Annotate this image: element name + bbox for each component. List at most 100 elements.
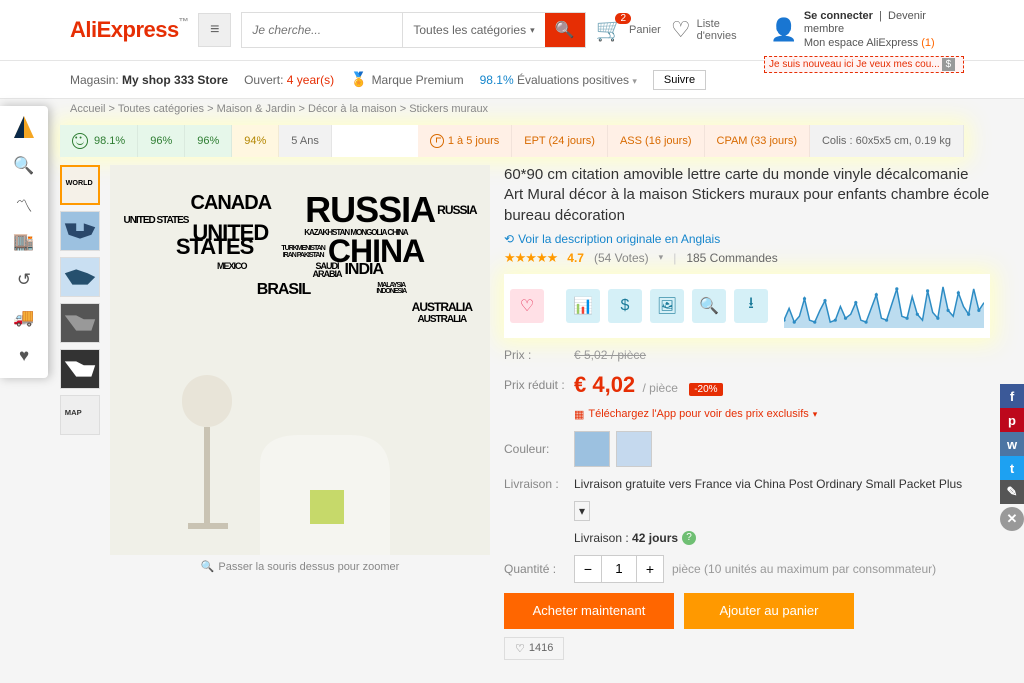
original-description-link[interactable]: ⟲ Voir la description originale en Angla… xyxy=(504,232,990,246)
stat-metric: 96% xyxy=(185,125,232,157)
chevron-down-icon: ▾ xyxy=(659,252,664,263)
search-input[interactable] xyxy=(242,13,402,47)
share-twitter[interactable]: t xyxy=(1000,456,1024,480)
price-button[interactable]: $ xyxy=(608,289,642,323)
thumbnail[interactable] xyxy=(60,303,100,343)
thumbnail-list: WORLD MAP xyxy=(60,165,100,660)
search-button[interactable]: 🔍 xyxy=(545,13,585,47)
favorite-button[interactable]: ♡ xyxy=(510,289,544,323)
gallery: WORLD MAP UNITED STATES CANADA RUSSIARUS… xyxy=(60,165,490,660)
smiley-icon xyxy=(72,133,88,149)
image-search-button[interactable]: 🖼 xyxy=(650,289,684,323)
svg-text:MAP: MAP xyxy=(65,408,82,417)
app-promo-link[interactable]: ▦Téléchargez l'App pour voir des prix ex… xyxy=(574,408,817,421)
breadcrumb-item[interactable]: Accueil xyxy=(70,103,105,115)
stat-rating: 98.1% xyxy=(60,125,138,157)
sales-sparkline xyxy=(784,284,984,328)
sidebar-store[interactable]: 🏬 xyxy=(8,226,40,258)
cart-link[interactable]: 🛒2 Panier xyxy=(596,17,661,43)
sidebar-shipping[interactable]: 🚚 xyxy=(8,302,40,334)
extension-action-row: ♡ 📊 $ 🖼 🔍 ⭳ xyxy=(504,274,990,338)
qty-note: pièce (10 unités au maximum par consomma… xyxy=(672,562,936,576)
rating-row: ★★★★★ 4.7 (54 Votes) ▾ | 185 Commandes xyxy=(504,250,990,266)
zoom-icon: 🔍 xyxy=(201,560,215,573)
categories-menu-button[interactable]: ≡ xyxy=(198,13,231,47)
clock-icon xyxy=(430,134,444,148)
heart-icon: ♥ xyxy=(19,346,29,366)
shipping-select[interactable]: ▾ xyxy=(574,501,590,521)
wishlist-link[interactable]: ♡ Liste d'envies xyxy=(671,17,761,43)
product-title: 60*90 cm citation amovible lettre carte … xyxy=(504,165,990,226)
translate-icon: ⟲ xyxy=(504,232,514,246)
color-option[interactable] xyxy=(616,431,652,467)
share-close[interactable]: ✕ xyxy=(1000,507,1024,531)
inspect-button[interactable]: 🔍 xyxy=(692,289,726,323)
main-image[interactable]: UNITED STATES CANADA RUSSIARUSSIA UNITED… xyxy=(110,165,490,555)
stars-icon: ★★★★★ xyxy=(504,250,557,266)
cart-icon: 🛒2 xyxy=(596,17,623,43)
truck-icon: 🚚 xyxy=(13,308,34,328)
chevron-down-icon: ▾ xyxy=(632,76,637,86)
zoom-hint: 🔍Passer la souris dessus pour zoomer xyxy=(110,560,490,573)
qty-decrease[interactable]: − xyxy=(575,556,601,582)
sidebar-trends[interactable]: 〽 xyxy=(8,188,40,220)
add-to-cart-button[interactable]: Ajouter au panier xyxy=(684,593,854,629)
logo[interactable]: AliExpress™ xyxy=(70,17,188,43)
help-icon[interactable]: ? xyxy=(682,531,696,545)
thumbnail[interactable]: WORLD xyxy=(60,165,100,205)
share-edit[interactable]: ✎ xyxy=(1000,480,1024,504)
qr-icon: ▦ xyxy=(574,408,584,421)
share-vk[interactable]: w xyxy=(1000,432,1024,456)
heart-icon: ♡ xyxy=(515,642,525,655)
magnifier-icon: 🔍 xyxy=(699,296,719,316)
breadcrumb-item[interactable]: Maison & Jardin xyxy=(217,103,296,115)
store-name[interactable]: My shop 333 Store xyxy=(122,73,228,87)
search-category-select[interactable]: Toutes les catégories ▾ xyxy=(402,13,544,47)
stat-ass: ASS (16 jours) xyxy=(608,125,705,157)
votes-link[interactable]: (54 Votes) xyxy=(594,251,649,265)
color-option[interactable] xyxy=(574,431,610,467)
download-icon: ⭳ xyxy=(748,292,754,319)
thumbnail[interactable] xyxy=(60,349,100,389)
sidebar-search[interactable]: 🔍 xyxy=(8,150,40,182)
trend-icon: 〽 xyxy=(16,192,33,217)
qty-increase[interactable]: + xyxy=(637,556,663,582)
thumbnail[interactable] xyxy=(60,211,100,251)
breadcrumb-item[interactable]: Stickers muraux xyxy=(409,103,488,115)
breadcrumb-item[interactable]: Toutes catégories xyxy=(118,103,204,115)
stat-cpam: CPAM (33 jours) xyxy=(705,125,810,157)
qty-input[interactable] xyxy=(601,556,637,582)
sidebar-favorites[interactable]: ♥ xyxy=(8,340,40,372)
stat-metric: 96% xyxy=(138,125,185,157)
premium-badge: 🏅Marque Premium xyxy=(350,71,463,88)
buy-now-button[interactable]: Acheter maintenant xyxy=(504,593,674,629)
bar-chart-icon: 📊 xyxy=(573,296,593,316)
stats-button[interactable]: 📊 xyxy=(566,289,600,323)
stat-years: 5 Ans xyxy=(279,125,332,157)
extension-stats-bar: 98.1% 96% 96% 94% 5 Ans 1 à 5 jours EPT … xyxy=(60,125,964,157)
thumbnail[interactable]: MAP xyxy=(60,395,100,435)
breadcrumb: Accueil > Toutes catégories > Maison & J… xyxy=(0,99,1024,119)
stat-ept: EPT (24 jours) xyxy=(512,125,608,157)
svg-text:WORLD: WORLD xyxy=(66,178,93,187)
cart-badge: 2 xyxy=(615,13,631,24)
breadcrumb-item[interactable]: Décor à la maison xyxy=(308,103,397,115)
reduced-price: € 4,02 xyxy=(574,372,635,397)
medal-icon: 🏅 xyxy=(350,71,367,88)
follow-button[interactable]: Suivre xyxy=(653,70,706,90)
heart-icon: ♡ xyxy=(671,17,691,43)
account-menu[interactable]: 👤 Se connecter | Devenir membre Mon espa… xyxy=(770,10,964,50)
share-facebook[interactable]: f xyxy=(1000,384,1024,408)
chevron-down-icon: ▾ xyxy=(813,409,818,420)
sidebar-history[interactable]: ↺ xyxy=(8,264,40,296)
thumbnail[interactable] xyxy=(60,257,100,297)
site-header: AliExpress™ ≡ Toutes les catégories ▾ 🔍 … xyxy=(0,0,1024,61)
stat-ship-range: 1 à 5 jours xyxy=(418,125,512,157)
promo-banner[interactable]: Je suis nouveau ici Je veux mes cou...$ xyxy=(764,56,964,73)
quantity-stepper: − + xyxy=(574,555,664,583)
extension-logo[interactable] xyxy=(8,112,40,144)
share-pinterest[interactable]: p xyxy=(1000,408,1024,432)
like-button[interactable]: ♡1416 xyxy=(504,637,564,660)
download-button[interactable]: ⭳ xyxy=(734,289,768,323)
chevron-down-icon: ▾ xyxy=(530,25,535,36)
